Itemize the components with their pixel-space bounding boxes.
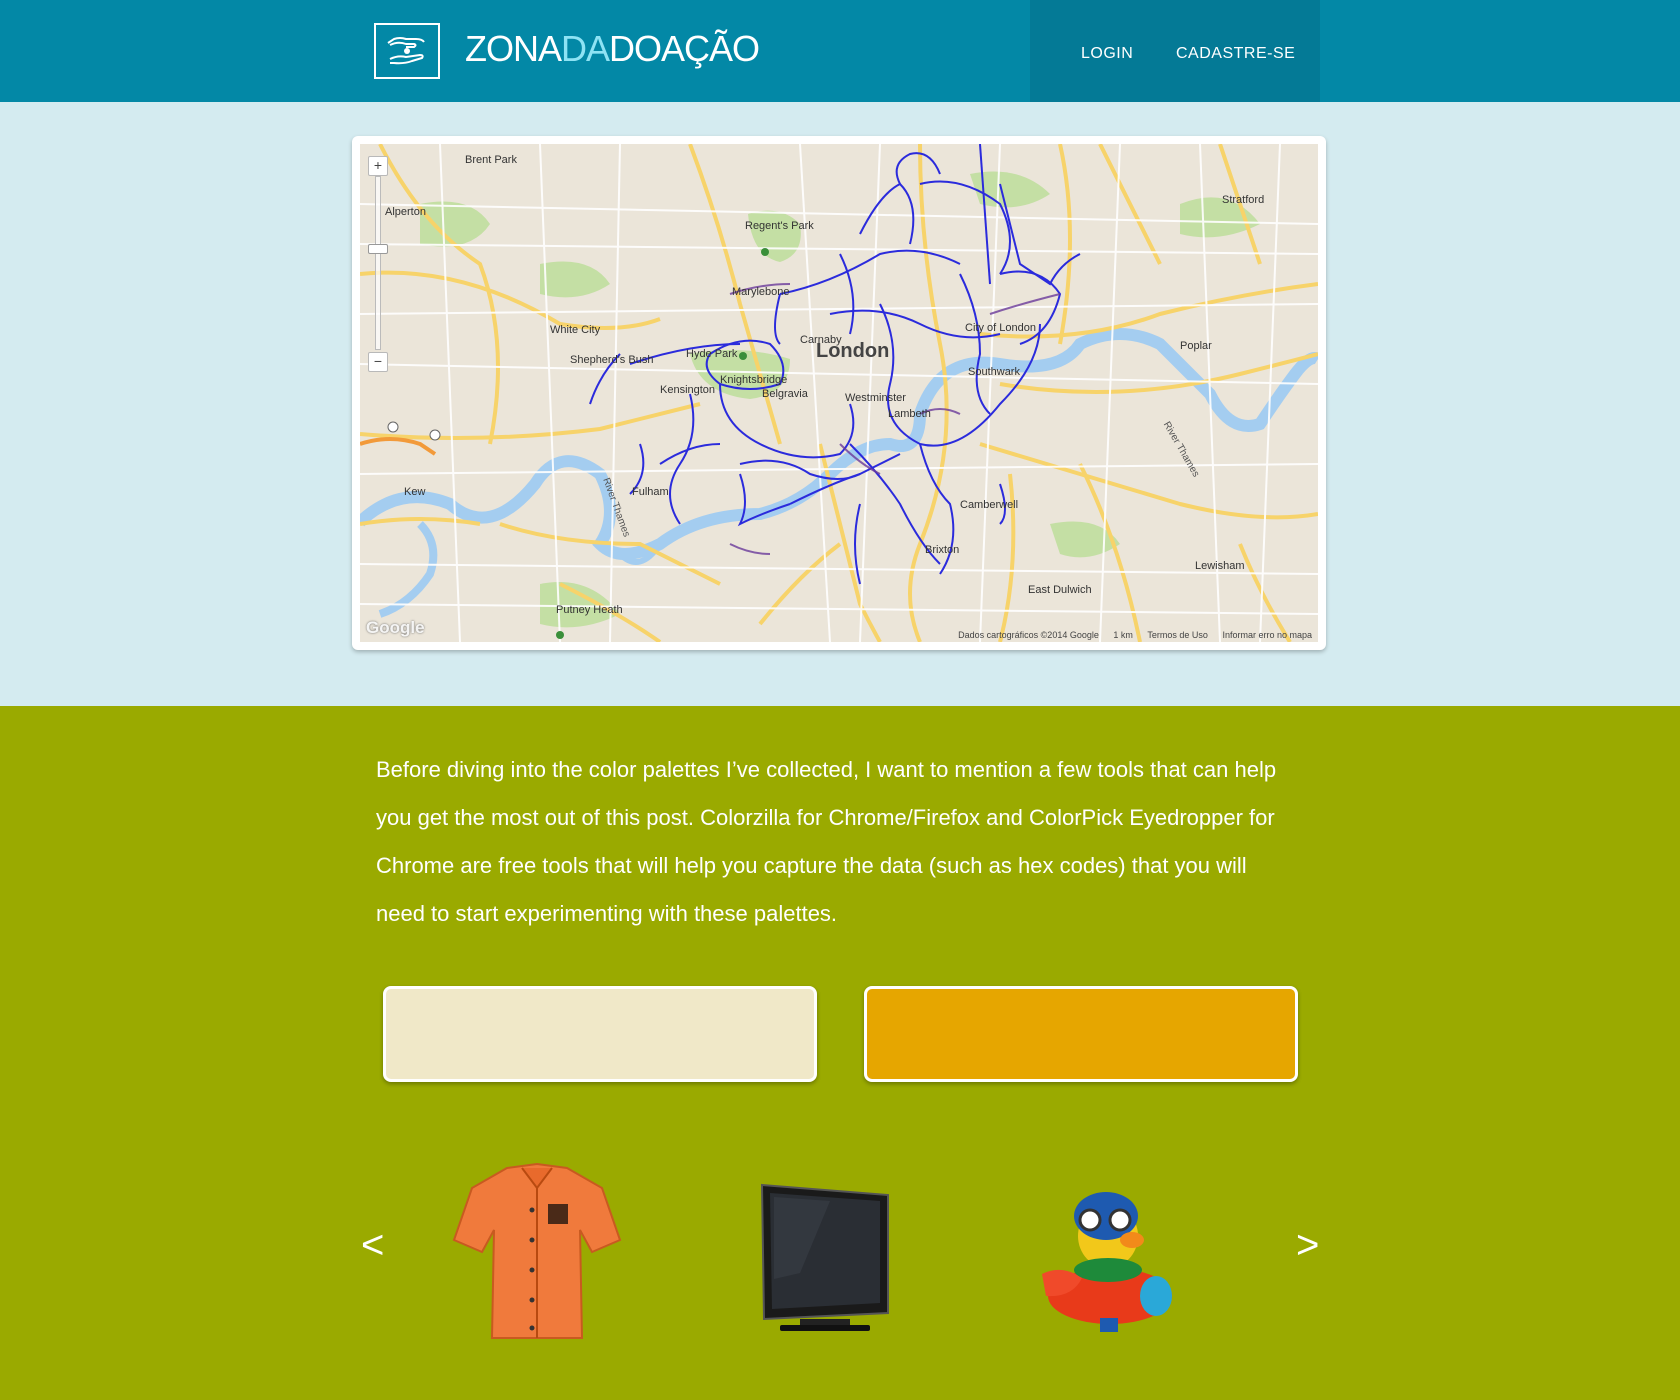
- zoom-slider-handle[interactable]: [368, 244, 388, 254]
- zoom-out-button[interactable]: −: [368, 352, 388, 372]
- carousel-next-button[interactable]: >: [1296, 1225, 1319, 1265]
- map-place: Southwark: [968, 366, 1020, 378]
- map-scale: 1 km: [1113, 630, 1133, 640]
- map-graphics: [360, 144, 1318, 642]
- map-place: Marylebone: [732, 286, 790, 298]
- google-logo[interactable]: Google: [366, 618, 425, 638]
- zoom-in-button[interactable]: +: [368, 156, 388, 176]
- map-place: East Dulwich: [1028, 584, 1092, 596]
- map-place: Kensington: [660, 384, 716, 396]
- signup-link[interactable]: CADASTRE-SE: [1176, 45, 1295, 63]
- intro-paragraph: Before diving into the color palettes I’…: [376, 757, 1277, 926]
- map-place: Brent Park: [465, 154, 517, 166]
- map-place: Camberwell: [960, 499, 1019, 511]
- map-place: City of London: [965, 322, 1036, 334]
- map-place: Westminster: [845, 392, 906, 404]
- map-place: Carnaby: [800, 334, 842, 346]
- map-place: Putney Heath: [556, 604, 623, 616]
- zoom-slider-track[interactable]: [375, 176, 381, 350]
- map-terms-link[interactable]: Termos de Uso: [1147, 630, 1208, 640]
- map-attribution: Dados cartográficos ©2014 Google 1 km Te…: [946, 630, 1312, 640]
- map-data-credit: Dados cartográficos ©2014 Google: [958, 630, 1099, 640]
- brand-part-zona: ZONA: [465, 28, 562, 69]
- map-place: Lewisham: [1195, 560, 1245, 572]
- map-place: Belgravia: [762, 388, 808, 400]
- tv-icon[interactable]: [760, 1183, 890, 1338]
- map-place: Alperton: [385, 206, 426, 218]
- map-place: Fulham: [632, 486, 669, 498]
- shirt-icon[interactable]: [452, 1160, 622, 1347]
- site-header: ZONADADOAÇÃO LOGIN CADASTRE-SE: [0, 0, 1680, 102]
- map-place: Brixton: [925, 544, 960, 556]
- map-place: Regent's Park: [745, 220, 814, 232]
- map-place: Shepherd's Bush: [570, 354, 654, 366]
- map-place: White City: [550, 324, 601, 336]
- palette-swatch-cream[interactable]: [383, 986, 817, 1082]
- map-report-link[interactable]: Informar erro no mapa: [1222, 630, 1312, 640]
- brand-name[interactable]: ZONADADOAÇÃO: [465, 28, 760, 70]
- login-link[interactable]: LOGIN: [1081, 45, 1133, 63]
- brand-part-doacao: DOAÇÃO: [609, 28, 760, 69]
- london-map[interactable]: London Brent Park Alperton Regent's Park…: [360, 144, 1318, 642]
- map-place: Kew: [404, 486, 426, 498]
- palette-swatch-amber[interactable]: [864, 986, 1298, 1082]
- logo-hands-icon[interactable]: [374, 23, 440, 79]
- map-section: London Brent Park Alperton Regent's Park…: [0, 102, 1680, 706]
- map-place: Stratford: [1222, 194, 1265, 206]
- map-frame: London Brent Park Alperton Regent's Park…: [352, 136, 1326, 650]
- map-place: Lambeth: [888, 408, 931, 420]
- map-place: Poplar: [1180, 340, 1212, 352]
- brand-part-da: DA: [561, 28, 610, 69]
- map-place: Hyde Park: [686, 348, 738, 360]
- map-place: Knightsbridge: [720, 374, 788, 386]
- header-nav: LOGIN CADASTRE-SE: [1030, 0, 1320, 102]
- toy-plane-icon[interactable]: [1032, 1178, 1182, 1343]
- carousel-prev-button[interactable]: <: [361, 1225, 384, 1265]
